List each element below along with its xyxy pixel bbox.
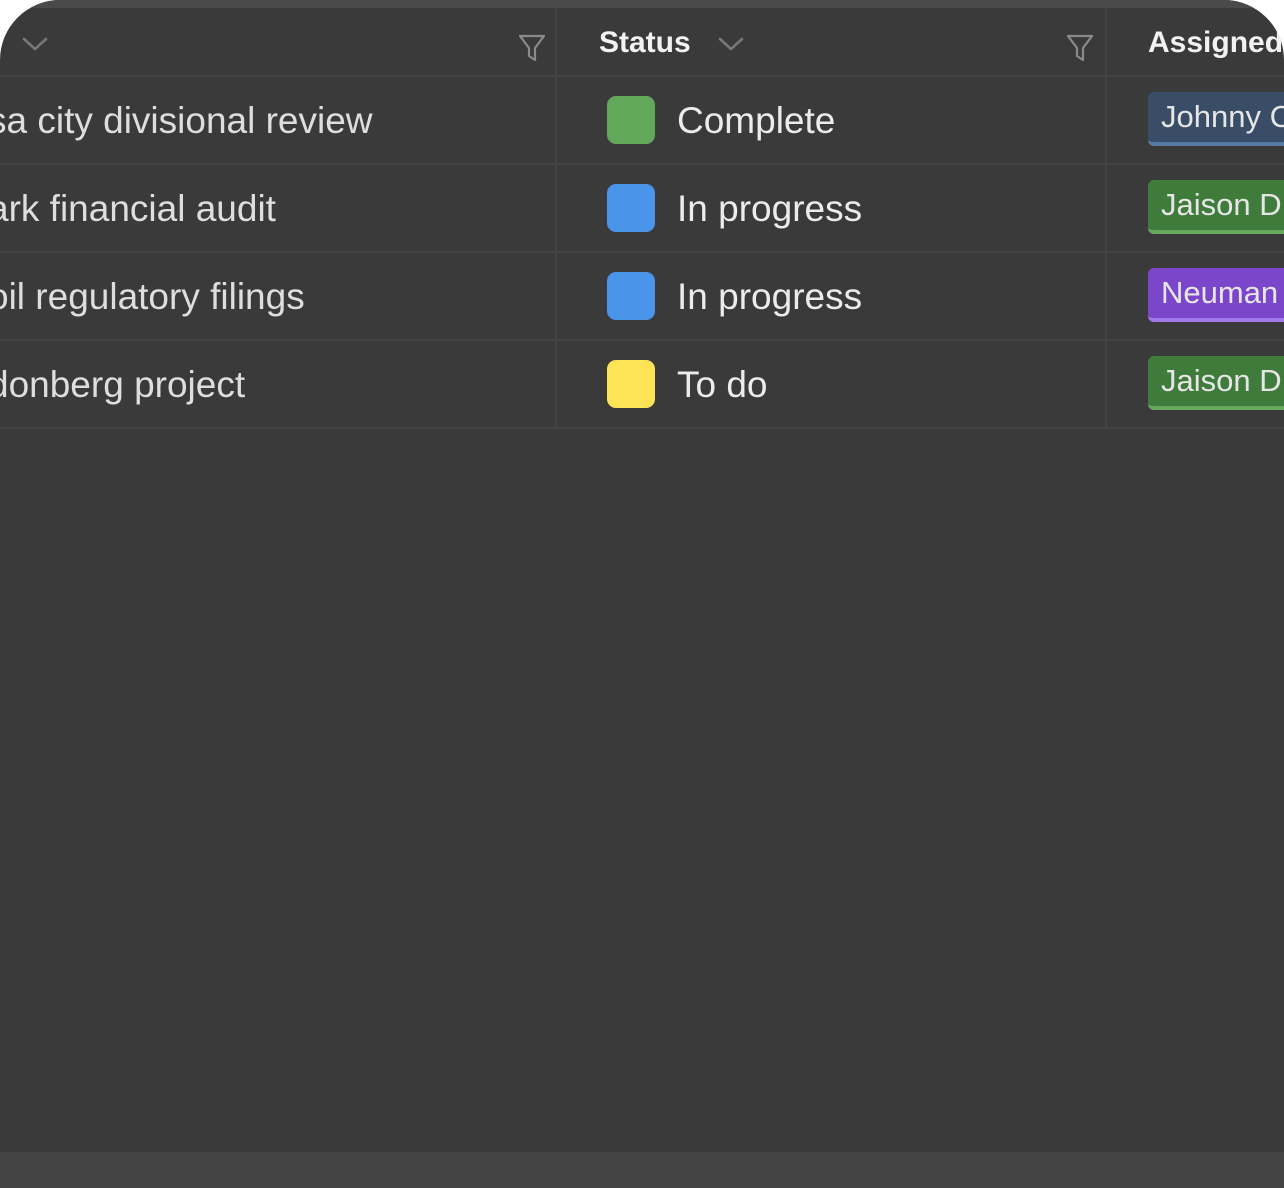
task-name-cell[interactable]: oil regulatory filings — [0, 253, 557, 339]
task-name: ark financial audit — [0, 188, 276, 229]
status-color-swatch — [607, 96, 655, 144]
table-row[interactable]: ark financial audit In progress Jaison D — [0, 165, 1284, 253]
assignee-tag[interactable]: Neuman — [1148, 268, 1284, 322]
column-header-assigned[interactable]: Assigned — [1107, 8, 1284, 75]
filter-icon[interactable] — [517, 32, 547, 64]
status-label: To do — [677, 364, 768, 405]
status-color-swatch — [607, 184, 655, 232]
chevron-down-icon[interactable] — [718, 36, 744, 52]
assignee-cell[interactable]: Jaison D — [1107, 165, 1284, 251]
table-row[interactable]: sa city divisional review Complete Johnn… — [0, 77, 1284, 165]
status-header-label: Status — [599, 26, 691, 59]
status-cell[interactable]: Complete — [557, 77, 1107, 163]
task-name: donberg project — [0, 364, 246, 405]
status-label: In progress — [677, 276, 863, 317]
task-name-cell[interactable]: sa city divisional review — [0, 77, 557, 163]
filter-icon[interactable] — [1065, 32, 1095, 64]
task-name: sa city divisional review — [0, 100, 373, 141]
status-cell[interactable]: In progress — [557, 253, 1107, 339]
status-color-swatch — [607, 272, 655, 320]
task-name-cell[interactable]: ark financial audit — [0, 165, 557, 251]
status-label: Complete — [677, 100, 836, 141]
chevron-down-icon[interactable] — [22, 36, 48, 52]
assignee-cell[interactable]: Jaison D — [1107, 341, 1284, 427]
status-cell[interactable]: In progress — [557, 165, 1107, 251]
table-header: Status Assigned — [0, 8, 1284, 77]
table-row[interactable]: donberg project To do Jaison D — [0, 341, 1284, 429]
top-edge — [0, 0, 1284, 8]
assigned-header-label: Assigned — [1148, 26, 1284, 59]
task-name-cell[interactable]: donberg project — [0, 341, 557, 427]
status-color-swatch — [607, 360, 655, 408]
assignee-tag[interactable]: Jaison D — [1148, 180, 1284, 234]
assignee-cell[interactable]: Johnny C — [1107, 77, 1284, 163]
assignee-tag[interactable]: Johnny C — [1148, 92, 1284, 146]
task-table: Status Assigned sa city divisional revie… — [0, 8, 1284, 429]
status-label: In progress — [677, 188, 863, 229]
column-header-status[interactable]: Status — [557, 8, 1107, 75]
assignee-tag[interactable]: Jaison D — [1148, 356, 1284, 410]
status-cell[interactable]: To do — [557, 341, 1107, 427]
column-header-name[interactable] — [0, 8, 557, 75]
footer-bar — [0, 1152, 1284, 1188]
table-row[interactable]: oil regulatory filings In progress Neuma… — [0, 253, 1284, 341]
assignee-cell[interactable]: Neuman — [1107, 253, 1284, 339]
task-name: oil regulatory filings — [0, 276, 305, 317]
table-view: Status Assigned sa city divisional revie… — [0, 0, 1284, 1188]
